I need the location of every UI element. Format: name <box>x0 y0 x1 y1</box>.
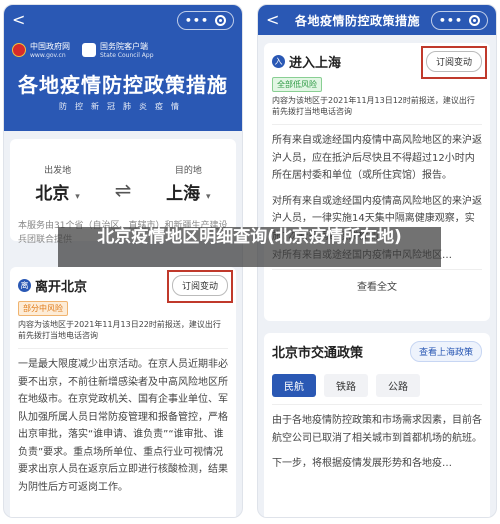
view-shanghai-policy-button[interactable]: 查看上海政策 <box>409 341 482 362</box>
banner-subtitle: 防控新冠肺炎疫情 <box>59 102 187 111</box>
destination-city[interactable]: 上海 <box>166 184 200 204</box>
enter-title: 进入上海 <box>289 56 342 71</box>
back-icon[interactable]: < <box>266 12 284 28</box>
origin-selector[interactable]: 出发地 北京 ▾ <box>35 163 79 204</box>
enter-policy-paragraph: 所有来自或途经国内疫情中高风险地区的来沪返沪人员，应在抵沪后尽快且不得超过12小… <box>272 135 482 182</box>
traffic-policy-card: 北京市交通政策 查看上海政策 民航 铁路 公路 由于各地疫情防控政策和市场需求因… <box>264 333 490 517</box>
leave-icon: 离 <box>18 279 31 292</box>
tab-railway[interactable]: 铁路 <box>324 374 368 397</box>
national-emblem-icon <box>12 43 26 57</box>
leave-policy-card: 离 离开北京 订阅变动 部分中风险 内容为该地区于2021年11月13日22时前… <box>10 267 236 517</box>
enter-policy-card: 入 进入上海 订阅变动 全部低风险 内容为该地区于2021年11月13日12时前… <box>264 43 490 321</box>
report-note: 内容为该地区于2021年11月13日22时前报送，建议出行前先拨打当地电话咨询 <box>18 320 221 341</box>
gov-name: 中国政府网 <box>30 42 70 51</box>
article-title-overlay: 北京疫情地区明细查询(北京疫情所在地) <box>58 227 441 267</box>
swap-icon[interactable]: ⇌ <box>115 178 132 204</box>
state-council-logo: 国务院客户端 State Council App <box>82 41 154 59</box>
origin-city[interactable]: 北京 <box>35 184 69 204</box>
divider <box>272 124 482 126</box>
origin-label: 出发地 <box>44 166 72 176</box>
leave-title: 离开北京 <box>35 280 88 295</box>
tab-civil-aviation[interactable]: 民航 <box>272 374 316 397</box>
divider <box>272 404 482 405</box>
subscribe-button[interactable]: 订阅变动 <box>420 46 488 79</box>
transport-tabs: 民航 铁路 公路 <box>272 374 482 397</box>
close-target-icon[interactable] <box>215 14 226 26</box>
route-selector-card: 出发地 北京 ▾ ⇌ 目的地 上海 ▾ 本服务由31个省（自治区、直辖市）和新疆… <box>10 139 236 245</box>
traffic-policy-paragraph: 下一步，将根据疫情发展形势和各地疫… <box>272 458 452 469</box>
traffic-policy-paragraph: 由于各地疫情防控政策和市场需求因素，目前各航空公司已取消了相关城市到首都机场的航… <box>272 415 482 444</box>
sc-name: 国务院客户端 <box>100 42 148 51</box>
risk-badge: 全部低风险 <box>272 77 322 92</box>
more-icon[interactable]: ••• <box>185 14 209 27</box>
back-icon[interactable]: < <box>12 12 30 28</box>
chevron-down-icon: ▾ <box>75 192 80 202</box>
tab-highway[interactable]: 公路 <box>376 374 420 397</box>
view-full-text-button[interactable]: 查看全文 <box>272 268 482 293</box>
banner-title: 各地疫情防控政策措施 <box>18 73 228 97</box>
divider <box>18 348 228 350</box>
right-nav-title: 各地疫情防控政策措施 <box>294 13 420 28</box>
risk-badge: 部分中风险 <box>18 301 68 316</box>
leave-policy-text: 一是最大限度减少出京活动。在京人员近期非必要不出京，不前往新增感染者及中高风险地… <box>18 359 228 493</box>
left-navbar: < ••• <box>4 5 242 35</box>
traffic-title: 北京市交通政策 <box>272 346 364 361</box>
mini-program-capsule[interactable]: ••• <box>430 10 488 30</box>
report-note: 内容为该地区于2021年11月13日12时前报送，建议出行前先拨打当地电话咨询 <box>272 96 475 117</box>
chevron-down-icon: ▾ <box>206 192 211 202</box>
right-navbar: < 各地疫情防控政策措施 ••• <box>258 5 496 35</box>
mini-program-capsule[interactable]: ••• <box>176 10 234 30</box>
close-target-icon[interactable] <box>469 14 480 26</box>
subscribe-button[interactable]: 订阅变动 <box>166 270 234 303</box>
state-council-app-icon <box>82 43 96 57</box>
gov-url: www.gov.cn <box>30 52 66 59</box>
policy-banner: 中国政府网 www.gov.cn 国务院客户端 State Council Ap… <box>4 35 242 131</box>
destination-selector[interactable]: 目的地 上海 ▾ <box>166 163 210 204</box>
destination-label: 目的地 <box>174 166 202 176</box>
enter-icon: 入 <box>272 55 285 68</box>
sc-en: State Council App <box>100 52 154 59</box>
more-icon[interactable]: ••• <box>439 14 463 27</box>
gov-logo: 中国政府网 www.gov.cn <box>12 41 70 59</box>
